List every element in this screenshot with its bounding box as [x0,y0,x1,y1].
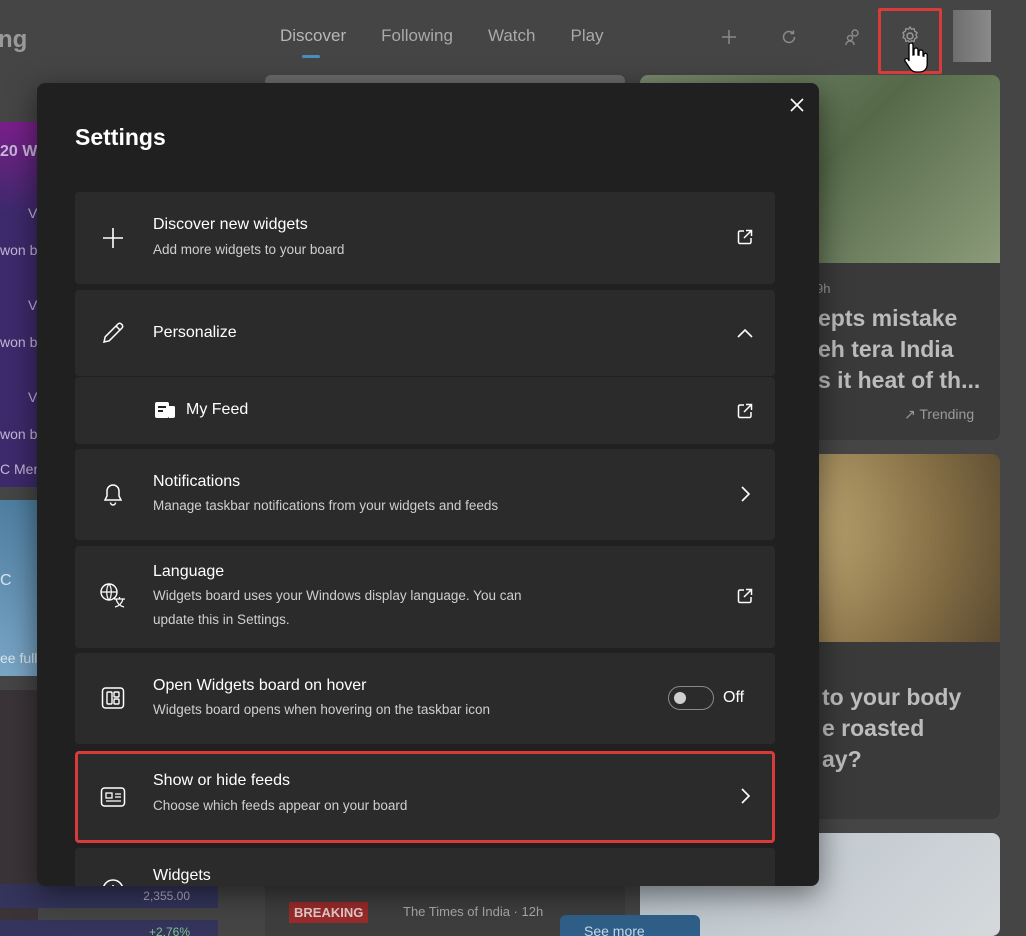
row-subtitle: Add more widgets to your board [153,242,345,257]
add-icon[interactable] [714,22,744,52]
row-title: Open Widgets board on hover [153,677,367,694]
brand-fragment: ng [0,26,28,53]
pencil-icon [99,319,127,347]
close-icon [790,98,804,112]
hover-open-row: Open Widgets board on hover Widgets boar… [75,653,775,744]
people-icon[interactable] [838,22,868,52]
row-title: Personalize [153,324,237,341]
news-headline-line: s it heat of th... [818,367,981,393]
external-link-icon [735,401,755,421]
dialog-title: Settings [75,124,166,150]
row-subtitle: Manage taskbar notifications from your w… [153,498,499,513]
trending-label: ↗ Trending [904,406,974,423]
row-subtitle: Widgets board uses your Windows display … [153,588,522,603]
stock-row: +2.76% [0,920,218,936]
row-title: My Feed [186,401,249,418]
stock-change: +2.76% [148,925,190,936]
trending-icon: ↗ [904,406,916,422]
left-fragment: won b [0,242,38,258]
tab-following[interactable]: Following [381,26,453,46]
refresh-icon[interactable] [774,22,804,52]
tab-discover[interactable]: Discover [280,26,346,58]
personalize-row[interactable]: Personalize [75,290,775,376]
board-top-bar: ng Discover Following Watch Play [0,0,1026,75]
left-fragment: ee full [0,650,38,666]
breaking-tag: BREAKING [289,902,369,923]
row-title: Show or hide feeds [153,772,290,789]
news-headline-line: ay? [822,746,862,772]
chevron-right-icon [735,786,755,806]
news-headline-line: to your body [822,684,962,710]
row-title: Discover new widgets [153,216,308,233]
toggle-state-label: Off [723,689,745,706]
chevron-up-icon [735,880,755,886]
widgets-row[interactable]: Widgets [75,848,775,886]
language-row[interactable]: Language Widgets board uses your Windows… [75,546,775,648]
external-link-icon [735,586,755,606]
show-hide-feeds-row[interactable]: Show or hide feeds Choose which feeds ap… [75,751,775,843]
news-feed-icon [99,783,127,811]
left-fragment: won b [0,426,38,442]
left-fragment: C [0,572,12,589]
left-fragment: C Men [0,461,42,477]
left-fragment: won b [0,334,38,350]
my-feed-row[interactable]: My Feed [75,377,775,444]
external-link-icon [735,227,755,247]
bell-icon [99,481,127,509]
trending-text: Trending [919,406,975,422]
widgets-board-icon [99,684,127,712]
news-source: The Times of India · 12h [403,904,544,919]
news-headline-line: eh tera India [818,336,954,362]
board-tabs: Discover Following Watch Play [280,26,639,58]
stock-value: 2,355.00 [143,889,190,903]
tab-play[interactable]: Play [570,26,603,46]
news-headline-line: epts mistake [818,305,958,331]
chevron-up-icon [735,323,755,343]
left-fragment: V [28,205,38,221]
row-title: Notifications [153,473,241,490]
settings-dialog: Settings Discover new widgets Add more w… [37,83,819,886]
info-icon [99,876,127,886]
close-button[interactable] [785,93,809,117]
hover-toggle[interactable] [668,686,714,710]
plus-icon [99,224,127,252]
left-fragment: V [28,297,38,313]
tab-watch[interactable]: Watch [488,26,536,46]
stock-row: 2,355.00 [0,884,218,908]
row-subtitle: update this in Settings. [153,612,290,627]
row-subtitle: Choose which feeds appear on your board [153,798,408,813]
row-subtitle: Widgets board opens when hovering on the… [153,702,490,717]
feed-icon [151,396,179,424]
avatar[interactable] [953,10,991,62]
news-headline-line: e roasted [822,715,925,741]
chevron-right-icon [735,484,755,504]
see-more-button[interactable]: See more [560,915,700,936]
row-title: Widgets [153,867,211,884]
toggle-knob [674,692,686,704]
hand-cursor-icon [904,42,928,73]
discover-widgets-row[interactable]: Discover new widgets Add more widgets to… [75,192,775,284]
notifications-row[interactable]: Notifications Manage taskbar notificatio… [75,449,775,540]
language-icon [99,582,127,610]
row-title: Language [153,563,225,580]
left-fragment: V [28,389,38,405]
